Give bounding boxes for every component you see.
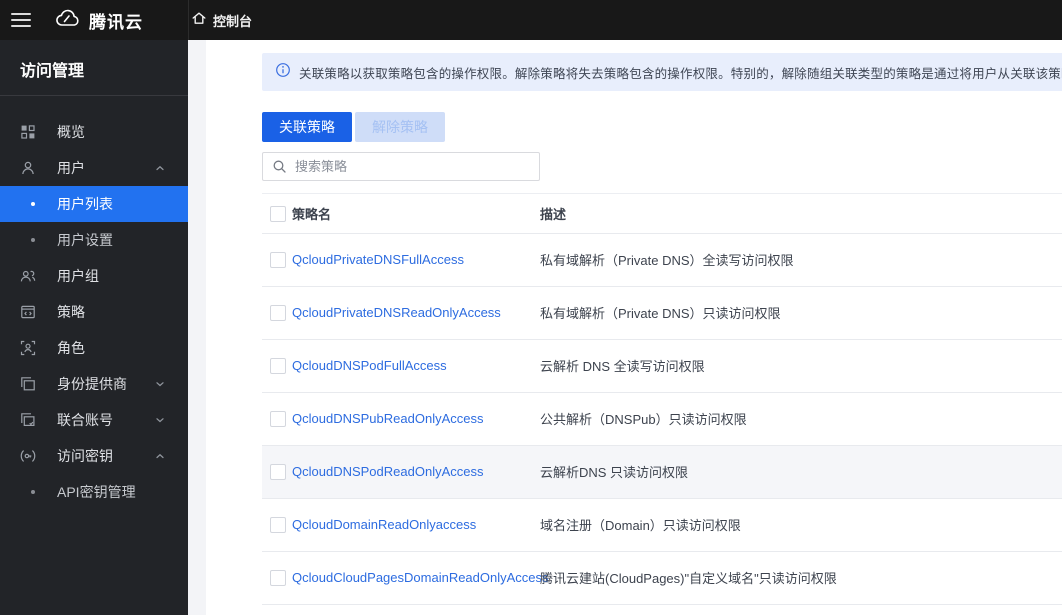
- row-checkbox[interactable]: [270, 464, 286, 480]
- table-row: QcloudDomainReadOnlyaccess 域名注册（Domain）只…: [262, 499, 1062, 552]
- table-row: QcloudDNSPubReadOnlyAccess 公共解析（DNSPub）只…: [262, 393, 1062, 446]
- sidebar-item-label: 用户: [57, 160, 85, 176]
- bullet-icon: [31, 490, 35, 494]
- tencent-cloud-logo[interactable]: 腾讯云: [55, 8, 143, 33]
- sidebar-item-user-settings[interactable]: 用户设置: [0, 222, 188, 258]
- sidebar-item-label: 联合账号: [57, 412, 113, 428]
- banner-text: 关联策略以获取策略包含的操作权限。解除策略将失去策略包含的操作权限。特别的，解除…: [299, 66, 1062, 81]
- policy-name-link[interactable]: QcloudDomainReadOnlyaccess: [292, 517, 476, 532]
- access-key-icon: [20, 448, 36, 464]
- sidebar-item-label: 访问密钥: [57, 448, 113, 464]
- policy-description: 私有域解析（Private DNS）只读访问权限: [540, 306, 781, 321]
- sidebar-item-overview[interactable]: 概览: [0, 114, 188, 150]
- search-icon: [273, 160, 286, 173]
- select-all-checkbox[interactable]: [270, 205, 286, 222]
- policy-description: 域名注册（Domain）只读访问权限: [540, 518, 741, 533]
- policy-description: 云解析DNS 只读访问权限: [540, 465, 689, 480]
- bullet-icon: [31, 202, 35, 206]
- policy-description: 公共解析（DNSPub）只读访问权限: [540, 412, 747, 427]
- sidebar-item-label: 用户组: [57, 268, 99, 284]
- sidebar: 访问管理 概览 用户 用户列表 用户设置 用户组 策略 角色 身份提供商 联合账…: [0, 40, 188, 615]
- table-row: QcloudCloudPagesDomainReadOnlyAccess 腾讯云…: [262, 552, 1062, 605]
- sidebar-item-policies[interactable]: 策略: [0, 294, 188, 330]
- table-row: QcloudDNSPodFullAccess 云解析 DNS 全读写访问权限: [262, 340, 1062, 393]
- sidebar-item-label: 身份提供商: [57, 376, 127, 392]
- table-row-highlighted: QcloudDNSPodReadOnlyAccess 云解析DNS 只读访问权限: [262, 446, 1062, 499]
- sidebar-title: 访问管理: [20, 63, 85, 80]
- cloud-icon: [55, 8, 82, 32]
- sidebar-item-label: 用户列表: [57, 196, 113, 212]
- row-checkbox[interactable]: [270, 517, 286, 533]
- bullet-icon: [31, 238, 35, 242]
- policy-name-link[interactable]: QcloudDNSPodFullAccess: [292, 358, 447, 373]
- sidebar-item-api-key-management[interactable]: API密钥管理: [0, 474, 188, 510]
- sidebar-item-roles[interactable]: 角色: [0, 330, 188, 366]
- console-label: 控制台: [213, 13, 253, 29]
- policy-name-link[interactable]: QcloudCloudPagesDomainReadOnlyAccess: [292, 570, 549, 585]
- sidebar-item-identity-providers[interactable]: 身份提供商: [0, 366, 188, 402]
- row-checkbox[interactable]: [270, 252, 286, 268]
- user-group-icon: [20, 268, 36, 284]
- search-box: [262, 152, 540, 181]
- brand-name: 腾讯云: [89, 12, 143, 32]
- sidebar-item-user-groups[interactable]: 用户组: [0, 258, 188, 294]
- sidebar-item-label: 角色: [57, 340, 85, 356]
- federated-account-icon: [20, 412, 36, 428]
- row-checkbox[interactable]: [270, 358, 286, 374]
- row-checkbox[interactable]: [270, 305, 286, 321]
- chevron-down-icon: [154, 377, 166, 395]
- chevron-up-icon: [154, 449, 166, 467]
- attach-policy-button[interactable]: 关联策略: [262, 112, 352, 142]
- overview-grid-icon: [20, 124, 36, 140]
- column-header-policy-name: 策略名: [292, 207, 332, 222]
- policy-description: 腾讯云建站(CloudPages)"自定义域名"只读访问权限: [540, 571, 837, 586]
- detach-policy-button[interactable]: 解除策略: [355, 112, 445, 142]
- info-banner: 关联策略以获取策略包含的操作权限。解除策略将失去策略包含的操作权限。特别的，解除…: [262, 53, 1062, 91]
- policy-name-link[interactable]: QcloudDNSPodReadOnlyAccess: [292, 464, 483, 479]
- row-checkbox[interactable]: [270, 570, 286, 586]
- policy-table: 策略名 描述 QcloudPrivateDNSFullAccess 私有域解析（…: [262, 193, 1062, 605]
- policy-icon: [20, 304, 36, 320]
- row-checkbox[interactable]: [270, 411, 286, 427]
- policy-name-link[interactable]: QcloudDNSPubReadOnlyAccess: [292, 411, 483, 426]
- identity-provider-icon: [20, 376, 36, 392]
- sidebar-item-federated-accounts[interactable]: 联合账号: [0, 402, 188, 438]
- content-gutter: [188, 40, 206, 615]
- table-row: QcloudPrivateDNSFullAccess 私有域解析（Private…: [262, 234, 1062, 287]
- menu-icon[interactable]: [11, 13, 31, 27]
- sidebar-item-access-keys[interactable]: 访问密钥: [0, 438, 188, 474]
- sidebar-item-label: API密钥管理: [57, 484, 136, 500]
- info-icon: [275, 62, 291, 83]
- user-icon: [20, 160, 36, 176]
- home-icon: [191, 10, 207, 31]
- policy-description: 私有域解析（Private DNS）全读写访问权限: [540, 253, 794, 268]
- sidebar-item-label: 策略: [57, 304, 85, 320]
- policy-name-link[interactable]: QcloudPrivateDNSReadOnlyAccess: [292, 305, 501, 320]
- sidebar-nav: 概览 用户 用户列表 用户设置 用户组 策略 角色 身份提供商 联合账号 访问密…: [0, 96, 188, 510]
- column-header-description: 描述: [540, 207, 567, 222]
- policy-description: 云解析 DNS 全读写访问权限: [540, 359, 705, 374]
- topbar-divider: [188, 0, 189, 40]
- sidebar-item-label: 概览: [57, 124, 85, 140]
- chevron-down-icon: [154, 413, 166, 431]
- table-header: 策略名 描述: [262, 194, 1062, 234]
- main-content: 关联策略以获取策略包含的操作权限。解除策略将失去策略包含的操作权限。特别的，解除…: [206, 40, 1062, 615]
- search-input[interactable]: [295, 159, 539, 174]
- sidebar-item-users[interactable]: 用户: [0, 150, 188, 186]
- policy-name-link[interactable]: QcloudPrivateDNSFullAccess: [292, 252, 464, 267]
- topbar: 腾讯云 控制台: [0, 0, 1062, 40]
- role-icon: [20, 340, 36, 356]
- sidebar-item-user-list[interactable]: 用户列表: [0, 186, 188, 222]
- chevron-up-icon: [154, 161, 166, 179]
- console-link[interactable]: 控制台: [191, 10, 252, 31]
- table-row: QcloudPrivateDNSReadOnlyAccess 私有域解析（Pri…: [262, 287, 1062, 340]
- sidebar-item-label: 用户设置: [57, 232, 113, 248]
